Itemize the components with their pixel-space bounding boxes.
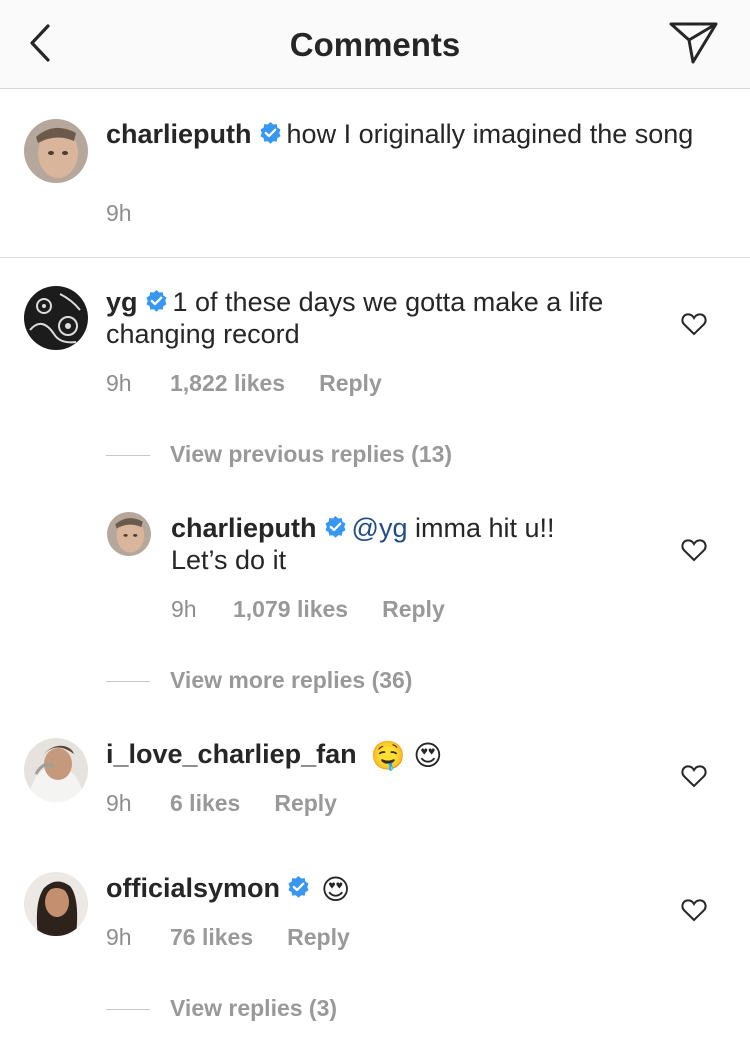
caption-text: charlieputh how I originally imagined the… <box>106 118 706 150</box>
avatar[interactable] <box>24 872 88 936</box>
comment-meta: 9h 1,079 likes Reply <box>171 596 445 623</box>
timestamp: 9h <box>106 370 132 396</box>
reply-button[interactable]: Reply <box>382 596 445 623</box>
view-replies-label: View replies (3) <box>170 995 338 1021</box>
comment-text: 🤤 😍 <box>370 740 443 771</box>
heart-icon[interactable] <box>681 312 707 336</box>
view-replies-button[interactable]: View replies (3) <box>106 995 337 1022</box>
timestamp: 9h <box>171 596 197 622</box>
divider <box>0 257 750 258</box>
mention-link[interactable]: @yg <box>352 513 408 543</box>
comment-meta: 9h 1,822 likes Reply <box>106 370 382 397</box>
timestamp: 9h <box>106 790 132 816</box>
username[interactable]: charlieputh <box>171 513 317 543</box>
comment-text: 😍 <box>321 874 351 905</box>
replies-line <box>106 1009 150 1011</box>
comment-text-block: officialsymon 😍 <box>106 872 666 906</box>
avatar[interactable] <box>24 119 88 183</box>
comment-meta: 9h 76 likes Reply <box>106 924 350 951</box>
verified-badge-icon <box>260 122 281 144</box>
timestamp: 9h <box>106 924 132 950</box>
likes-count[interactable]: 1,822 likes <box>170 370 285 397</box>
view-previous-replies-button[interactable]: View previous replies (13) <box>106 441 452 468</box>
comment-text-block: yg 1 of these days we gotta make a life c… <box>106 286 666 350</box>
reply-text-block: charlieputh @yg imma hit u!! Let’s do it <box>171 512 611 576</box>
reply-button[interactable]: Reply <box>274 790 337 817</box>
avatar[interactable] <box>24 738 88 802</box>
likes-count[interactable]: 6 likes <box>170 790 240 817</box>
username[interactable]: charlieputh <box>106 119 252 149</box>
comment-text: 1 of these days we gotta make a life cha… <box>106 287 604 349</box>
replies-line <box>106 681 150 683</box>
replies-line <box>106 455 150 457</box>
view-replies-label: View previous replies (13) <box>170 441 453 467</box>
navigation-bar: Comments <box>0 0 750 89</box>
comment-meta: 9h 6 likes Reply <box>106 790 337 817</box>
verified-badge-icon <box>146 290 167 312</box>
comment-meta: 9h <box>106 200 132 227</box>
likes-count[interactable]: 1,079 likes <box>233 596 348 623</box>
likes-count[interactable]: 76 likes <box>170 924 253 951</box>
username[interactable]: officialsymon <box>106 873 280 903</box>
heart-icon[interactable] <box>681 538 707 562</box>
view-more-replies-button[interactable]: View more replies (36) <box>106 667 412 694</box>
comment-text: how I originally imagined the song <box>286 119 694 149</box>
timestamp: 9h <box>106 200 132 226</box>
comment-text-block: i_love_charliep_fan 🤤 😍 <box>106 738 666 772</box>
avatar[interactable] <box>24 286 88 350</box>
avatar[interactable] <box>107 512 151 556</box>
verified-badge-icon <box>288 876 309 898</box>
username[interactable]: i_love_charliep_fan <box>106 739 357 769</box>
heart-icon[interactable] <box>681 898 707 922</box>
verified-badge-icon <box>325 516 346 538</box>
heart-icon[interactable] <box>681 764 707 788</box>
page-title: Comments <box>289 26 461 63</box>
reply-button[interactable]: Reply <box>319 370 382 397</box>
reply-button[interactable]: Reply <box>287 924 350 951</box>
view-replies-label: View more replies (36) <box>170 667 413 693</box>
username[interactable]: yg <box>106 287 138 317</box>
send-icon[interactable] <box>668 20 720 66</box>
